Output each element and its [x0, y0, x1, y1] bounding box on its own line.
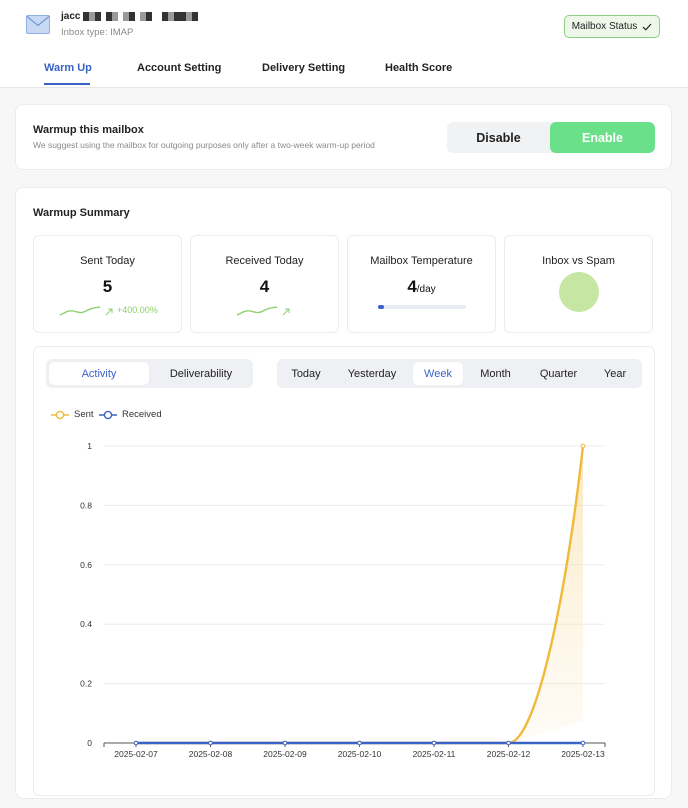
sent-point	[580, 443, 586, 449]
temperature-number: 4	[407, 277, 417, 296]
sent-trend-value: +400.00%	[117, 305, 158, 315]
inbox-vs-spam-pie	[559, 272, 599, 312]
tab-delivery-setting[interactable]: Delivery Setting	[262, 62, 345, 74]
y-tick-label: 0.4	[80, 619, 92, 629]
account-name: jacc	[61, 11, 199, 22]
mailbox-status-label: Mailbox Status	[571, 21, 638, 32]
tab-health-score[interactable]: Health Score	[385, 62, 452, 74]
warmup-description: We suggest using the mailbox for outgoin…	[33, 140, 375, 150]
temperature-bar-fill	[378, 305, 385, 309]
y-tick-label: 0.2	[80, 679, 92, 689]
activity-line-chart: 0 0.2 0.4 0.6 0.8 1 2025-02-07 2025-02-08 2025-0…	[80, 441, 606, 759]
received-point	[208, 740, 213, 746]
received-point	[133, 740, 139, 746]
x-tick-label: 2025-02-13	[561, 749, 605, 759]
received-point	[357, 740, 362, 746]
received-today-card: Received Today 4	[190, 235, 339, 333]
sent-today-label: Sent Today	[80, 255, 135, 267]
x-tick-label: 2025-02-09	[263, 749, 307, 759]
x-tick-label: 2025-02-07	[114, 749, 158, 759]
tab-bar: Warm Up Account Setting Delivery Setting…	[0, 58, 688, 88]
received-today-value: 4	[259, 277, 270, 296]
account-name-text: jacc	[61, 11, 81, 22]
received-point	[282, 740, 288, 746]
temperature-label: Mailbox Temperature	[370, 255, 473, 267]
y-tick-label: 0.6	[80, 560, 92, 570]
inbox-vs-spam-card: Inbox vs Spam	[504, 235, 653, 333]
warmup-title: Warmup this mailbox	[33, 124, 144, 136]
warmup-summary-panel: Warmup Summary Sent Today 5 +400.00% Rec…	[15, 187, 672, 799]
inbox-type: Inbox type: IMAP	[61, 27, 134, 38]
mail-icon	[26, 15, 50, 34]
received-point	[431, 740, 437, 746]
temperature-unit: /day	[416, 284, 436, 295]
trend-up-arrow-icon	[282, 308, 290, 316]
sent-series-line	[136, 445, 585, 745]
x-tick-label: 2025-02-12	[487, 749, 531, 759]
redacted-email-block	[83, 12, 199, 21]
warmup-panel: Warmup this mailbox We suggest using the…	[15, 104, 672, 170]
summary-title: Warmup Summary	[33, 207, 130, 219]
enable-button[interactable]: Enable	[550, 122, 655, 153]
sent-today-value: 5	[102, 277, 113, 296]
temperature-value: 4/day	[348, 277, 495, 297]
x-tick-label: 2025-02-10	[338, 749, 382, 759]
mailbox-temperature-card: Mailbox Temperature 4/day	[347, 235, 496, 333]
x-tick-label: 2025-02-08	[189, 749, 233, 759]
received-today-label: Received Today	[225, 255, 304, 267]
disable-button[interactable]: Disable	[447, 122, 550, 153]
received-point	[506, 740, 511, 746]
tab-account-setting[interactable]: Account Setting	[137, 62, 221, 74]
y-tick-label: 1	[87, 441, 92, 451]
sent-today-card: Sent Today 5 +400.00%	[33, 235, 182, 333]
y-tick-label: 0.8	[80, 500, 92, 510]
x-tick-label: 2025-02-11	[413, 749, 456, 759]
trend-up-arrow-icon	[105, 308, 113, 316]
active-tab-indicator	[44, 83, 90, 85]
tab-warm-up[interactable]: Warm Up	[44, 62, 92, 74]
sent-sparkline-icon	[59, 306, 101, 316]
mailbox-status-button[interactable]: Mailbox Status	[564, 15, 660, 38]
received-point	[580, 740, 586, 746]
activity-chart-panel: Activity Deliverability Today Yesterday …	[33, 346, 655, 796]
mailbox-header: jacc Inbox type: IMAP Mailbox Status War…	[0, 0, 688, 88]
received-sparkline-icon	[236, 306, 278, 316]
y-tick-label: 0	[87, 738, 92, 748]
warmup-toggle: Disable Enable	[447, 122, 655, 153]
inbox-vs-spam-label: Inbox vs Spam	[542, 255, 615, 267]
check-icon	[642, 23, 652, 31]
temperature-bar	[378, 305, 466, 309]
sent-area-fill	[508, 446, 583, 743]
